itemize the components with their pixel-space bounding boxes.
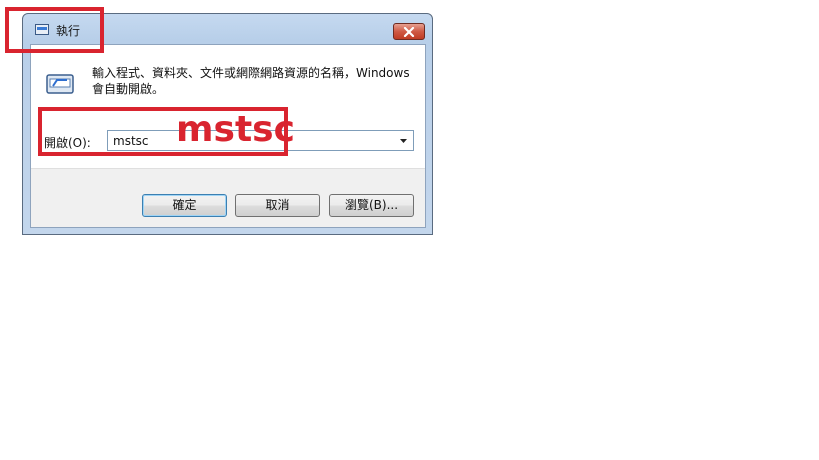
browse-button[interactable]: 瀏覽(B)... [329,194,414,217]
close-icon [403,26,415,37]
description-text: 輸入程式、資料夾、文件或網際網路資源的名稱，Windows 會自動開啟。 [92,66,410,96]
ok-button[interactable]: 確定 [142,194,227,217]
close-button[interactable] [393,23,425,40]
run-icon [46,74,74,94]
annotation-text: mstsc [176,109,295,150]
chevron-down-icon [399,138,407,143]
dropdown-arrow-button[interactable] [396,131,410,150]
annotation-box-title [5,7,104,53]
cancel-button[interactable]: 取消 [235,194,320,217]
